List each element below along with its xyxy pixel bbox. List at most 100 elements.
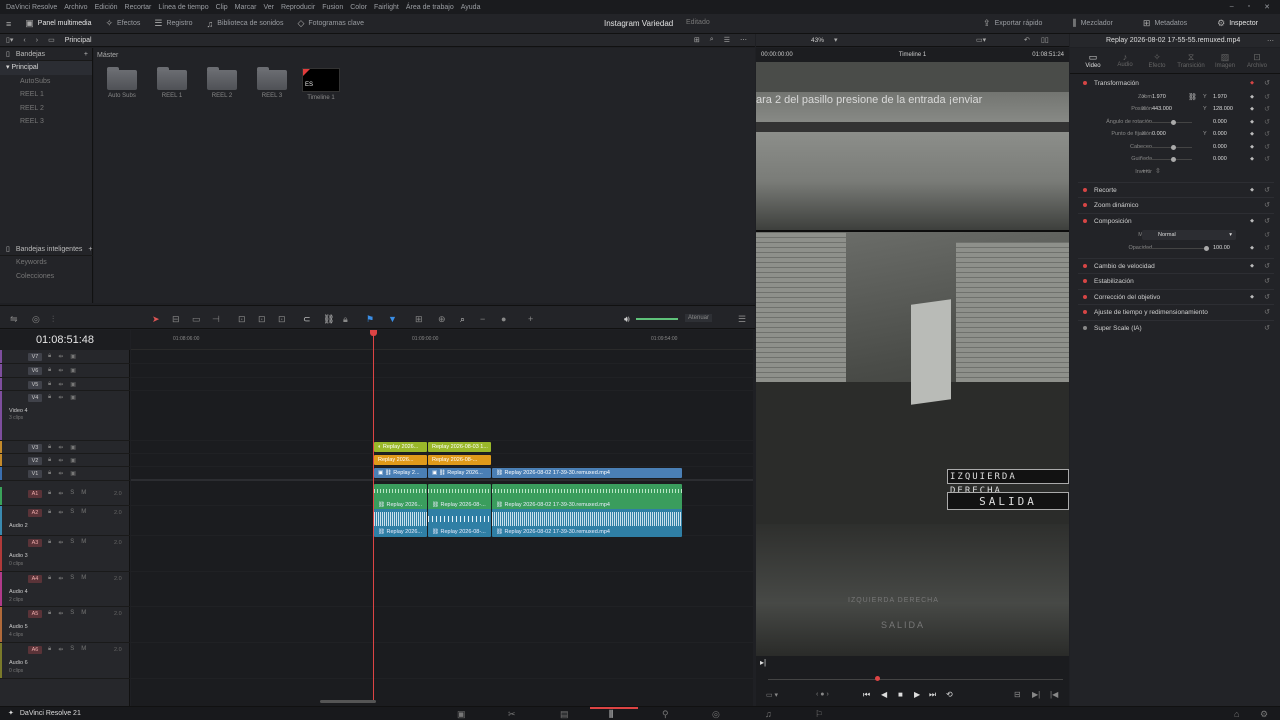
chevron-down-icon[interactable]: ▾ (834, 36, 838, 44)
opacity-slider[interactable] (1142, 248, 1206, 249)
blade-tool-icon[interactable]: ▭ (192, 314, 201, 325)
enable-dot[interactable] (1083, 310, 1087, 314)
insert-clip-icon[interactable]: ⊡ (238, 314, 246, 325)
match-frame-icon[interactable]: ⊟ (1014, 690, 1021, 699)
solo-button[interactable]: S (70, 575, 74, 582)
keyframe-icon[interactable]: ◆ (1250, 94, 1254, 100)
sort-icon[interactable]: ☰ (724, 36, 730, 44)
reset-icon[interactable]: ↺ (1264, 130, 1270, 138)
zoom-in-icon[interactable]: + (528, 314, 533, 324)
section-crop[interactable]: Recorte ◆ ↺ (1070, 183, 1280, 197)
reset-icon[interactable]: ↺ (1264, 217, 1270, 225)
auto-select-icon[interactable]: ⇹ (58, 509, 63, 516)
solo-button[interactable]: S (70, 610, 74, 617)
section-transform[interactable]: Transformación ◆ ↺ (1070, 76, 1280, 90)
zoom-detail-icon[interactable]: ⊕ (438, 314, 446, 325)
rotation-slider[interactable] (1142, 122, 1192, 123)
reset-icon[interactable]: ↺ (1264, 262, 1270, 270)
clip-v1-1[interactable]: ▣ ⛓ Replay 2... (374, 468, 427, 478)
audio-clip-a1-1[interactable]: ⛓ Replay 2026... (374, 484, 427, 510)
solo-button[interactable]: S (70, 509, 74, 516)
audio-clip-a1-3[interactable]: ⛓ Replay 2026-08-02 17-39-30.remuxed.mp4 (492, 484, 682, 510)
audio-clip-a2-3[interactable]: ⛓ Replay 2026-08-02 17-39-30.remuxed.mp4 (492, 509, 682, 537)
enable-dot[interactable] (1083, 188, 1087, 192)
nav-back-icon[interactable]: ‹ (23, 37, 25, 44)
reset-icon[interactable]: ↺ (1264, 201, 1270, 209)
keyframe-icon[interactable]: ◆ (1250, 187, 1254, 193)
clip-v3-2[interactable]: Replay 2026-08-03 1... (428, 442, 491, 452)
reset-icon[interactable]: ↺ (1264, 118, 1270, 126)
auto-select-icon[interactable]: ⇹ (58, 646, 63, 653)
zoom-slider-handle[interactable]: ● (501, 314, 506, 324)
marker-icon[interactable]: ▼ (388, 314, 397, 324)
keyframe-icon[interactable]: ◆ (1250, 156, 1254, 162)
lock-track-icon[interactable]: 🔒︎ (48, 470, 51, 477)
nav-forward-icon[interactable]: › (36, 37, 38, 44)
search-icon[interactable]: ⌕ (710, 36, 714, 44)
metadata-button[interactable]: ⊞ Metadatos (1143, 18, 1187, 29)
anchor-y-field[interactable]: 0.000 (1213, 131, 1227, 137)
keyframe-icon[interactable]: ◆ (1250, 80, 1254, 86)
volume-icon[interactable]: 🔊︎ (624, 314, 630, 325)
mixer-button[interactable]: ⫼ Mezclador (1072, 18, 1112, 29)
tab-video[interactable]: ▭ Video (1078, 52, 1108, 69)
overwrite-clip-icon[interactable]: ⊡ (258, 314, 266, 325)
volume-slider[interactable] (636, 318, 678, 320)
timeline-scrollbar[interactable] (320, 700, 376, 703)
tab-audio[interactable]: ♪ Audio (1110, 52, 1140, 68)
reset-icon[interactable]: ↺ (1264, 105, 1270, 113)
section-composite[interactable]: Composición ◆ ↺ (1070, 214, 1280, 228)
shuttle-icon[interactable]: ‹ ● › (816, 691, 829, 698)
page-media-icon[interactable]: ▣ (457, 709, 466, 720)
media-pool-button[interactable]: ▣ Panel multimedia (25, 18, 91, 29)
section-stabilization[interactable]: Estabilización ↺ (1070, 274, 1280, 288)
clip-v1-3[interactable]: ⛓ Replay 2026-08-02 17-39-30.remuxed.mp4 (492, 468, 682, 478)
folder-auto-subs[interactable]: Auto Subs (102, 67, 142, 99)
trim-tool-icon[interactable]: ⊟ (172, 314, 180, 325)
menu-archivo[interactable]: Archivo (64, 4, 87, 11)
minimize-icon[interactable]: – (1230, 3, 1234, 11)
auto-select-icon[interactable]: ⇹ (58, 610, 63, 617)
flip-vertical-icon[interactable]: ⇳ (1155, 167, 1161, 175)
enable-dot[interactable] (1083, 295, 1087, 299)
tab-effect[interactable]: ✧ Efecto (1142, 52, 1172, 69)
keyframe-icon[interactable]: ◆ (1250, 245, 1254, 251)
page-fairlight-icon[interactable]: ♫ (765, 709, 772, 719)
panel-layout-icon[interactable]: ▯▾ (6, 36, 13, 44)
inspector-menu-icon[interactable]: ⋯ (1267, 37, 1280, 45)
zoom-y-field[interactable]: 1.970 (1213, 94, 1227, 100)
index-button[interactable]: ☰ Registro (154, 18, 192, 29)
auto-select-icon[interactable]: ⇹ (58, 444, 63, 451)
mute-track-button[interactable]: M (81, 539, 86, 546)
yaw-slider-knob[interactable] (1171, 157, 1176, 162)
jog-playhead[interactable] (875, 676, 880, 681)
keyframe-icon[interactable]: ◆ (1250, 131, 1254, 137)
enable-dot[interactable] (1083, 326, 1087, 330)
yaw-slider[interactable] (1142, 159, 1192, 160)
keyframe-icon[interactable]: ◆ (1250, 263, 1254, 269)
track-enable-icon[interactable]: ▣ (70, 353, 76, 360)
grid-view-icon[interactable]: ⊞ (694, 36, 700, 44)
clip-v1-2[interactable]: ▣ ⛓ Replay 2026... (428, 468, 491, 478)
menu-linea-tiempo[interactable]: Línea de tiempo (158, 4, 208, 11)
jog-bar[interactable] (768, 679, 1063, 680)
timeline-view-icon[interactable]: ⇋ (10, 314, 18, 325)
track-header-a6[interactable]: A6 🔒︎ ⇹ S M 2.0 Audio 6 0 clips (0, 643, 130, 679)
snapping-target-icon[interactable]: ◎ (32, 314, 40, 325)
enable-dot[interactable] (1083, 203, 1087, 207)
viewer-layout-icon[interactable]: ▯▯ (1041, 36, 1049, 44)
lock-track-icon[interactable]: 🔒︎ (48, 539, 51, 546)
mute-track-button[interactable]: M (81, 509, 86, 516)
menu-recortar[interactable]: Recortar (125, 4, 152, 11)
tab-file[interactable]: ⊡ Archivo (1242, 52, 1272, 69)
track-header-a5[interactable]: A5 🔒︎ ⇹ S M 2.0 Audio 5 4 clips (0, 607, 130, 643)
pitch-slider-knob[interactable] (1171, 145, 1176, 150)
auto-select-icon[interactable]: ⇹ (58, 490, 63, 497)
flip-horizontal-icon[interactable]: ⇿ (1142, 167, 1148, 175)
keyframes-button[interactable]: ◇ Fotogramas clave (297, 18, 364, 29)
track-header-a2[interactable]: A2 🔒︎ ⇹ S M 2.0 Audio 2 (0, 506, 130, 536)
menu-color[interactable]: Color (350, 4, 367, 11)
reset-icon[interactable]: ↺ (1264, 324, 1270, 332)
track-header-a1[interactable]: A1 🔒︎ ⇹ S M 2.0 (0, 487, 130, 506)
lock-track-icon[interactable]: 🔒︎ (48, 381, 51, 388)
